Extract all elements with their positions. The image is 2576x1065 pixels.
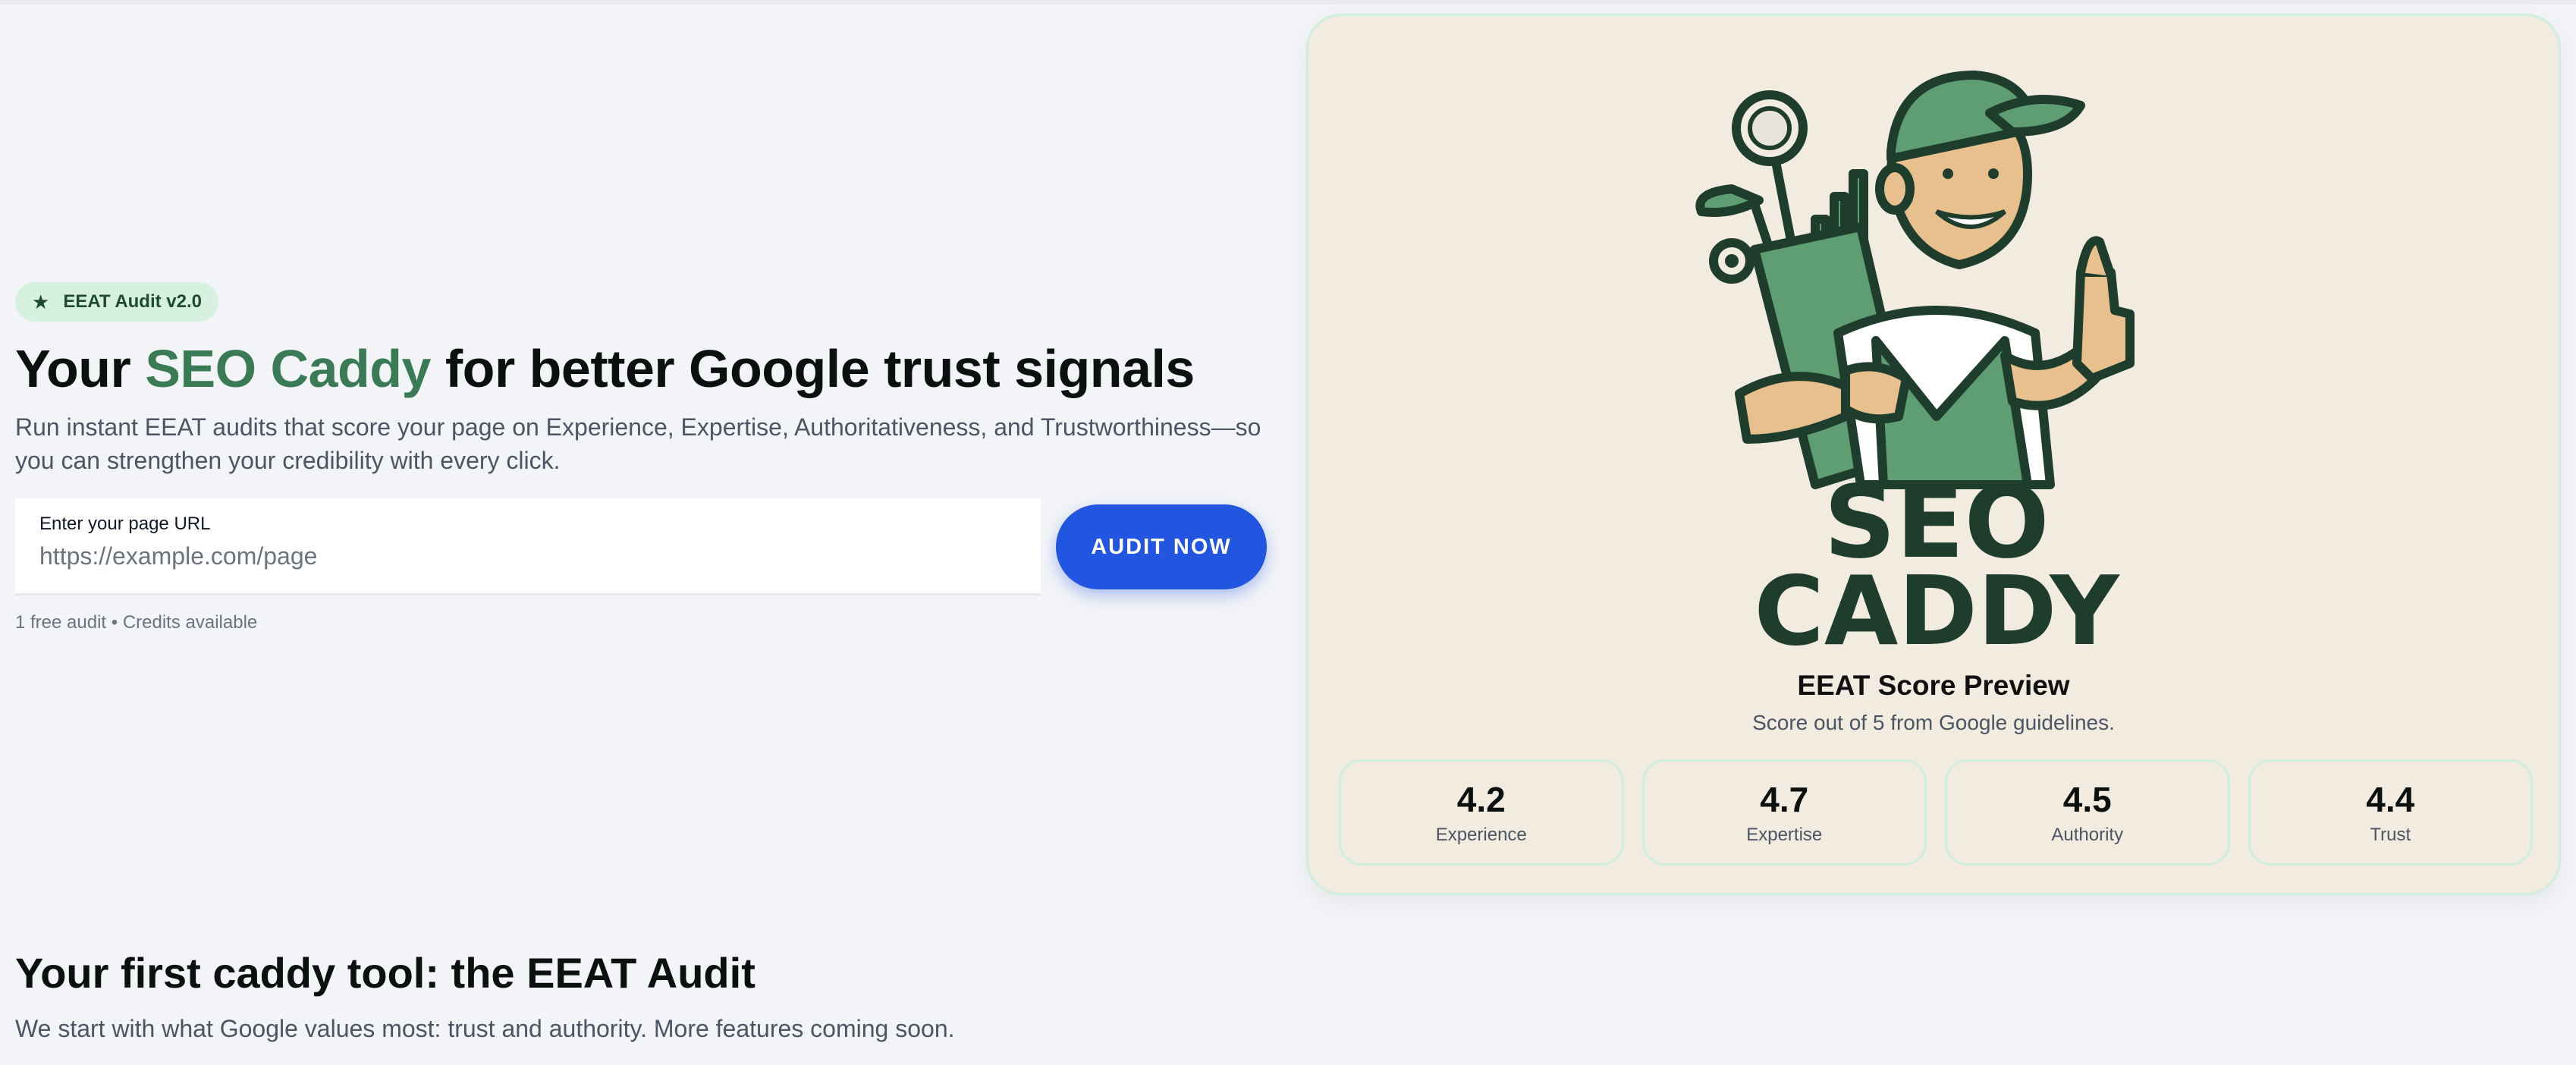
top-border bbox=[0, 0, 2576, 5]
audit-now-button[interactable]: AUDIT NOW bbox=[1056, 504, 1267, 589]
badge-label: EEAT Audit v2.0 bbox=[63, 291, 203, 312]
hero-subtitle: Run instant EEAT audits that score your … bbox=[15, 413, 1261, 474]
logo-text-caddy: CADDY bbox=[1754, 555, 2120, 652]
score-value: 4.5 bbox=[2062, 780, 2112, 819]
hero-title-pre: Your bbox=[15, 339, 146, 398]
score-grid: 4.2 Experience 4.7 Expertise 4.5 Authori… bbox=[1339, 759, 2533, 866]
audit-form: Enter your page URL AUDIT NOW bbox=[15, 498, 1274, 595]
score-value: 4.7 bbox=[1760, 780, 1809, 819]
score-experience: 4.2 Experience bbox=[1339, 759, 1624, 866]
seo-caddy-mascot-logo: SEO CADDY bbox=[1695, 71, 2135, 652]
score-label: Trust bbox=[2370, 825, 2411, 845]
version-badge: ★ EEAT Audit v2.0 bbox=[15, 282, 219, 322]
url-input[interactable] bbox=[39, 542, 1016, 570]
preview-subtitle: Score out of 5 from Google guidelines. bbox=[1752, 711, 2115, 734]
hero-title-accent: SEO Caddy bbox=[145, 339, 431, 398]
credits-note: 1 free audit • Credits available bbox=[15, 612, 258, 633]
score-label: Experience bbox=[1435, 825, 1527, 845]
score-expertise: 4.7 Expertise bbox=[1641, 759, 1927, 866]
preview-title: EEAT Score Preview bbox=[1797, 670, 2070, 701]
section-title: Your first caddy tool: the EEAT Audit bbox=[15, 949, 756, 997]
section-subtitle: We start with what Google values most: t… bbox=[15, 1015, 955, 1042]
score-preview-card: SEO CADDY EEAT Score Preview Score out o… bbox=[1306, 14, 2561, 895]
url-field-label: Enter your page URL bbox=[39, 514, 211, 534]
score-value: 4.2 bbox=[1456, 780, 1506, 819]
url-field[interactable]: Enter your page URL bbox=[15, 498, 1041, 595]
hero-left: ★ EEAT Audit v2.0 Your SEO Caddy for bet… bbox=[15, 282, 1274, 633]
score-authority: 4.5 Authority bbox=[1945, 759, 2230, 866]
score-label: Authority bbox=[2051, 825, 2124, 845]
star-icon: ★ bbox=[32, 291, 50, 313]
hero-title: Your SEO Caddy for better Google trust s… bbox=[15, 340, 1274, 398]
hero-title-post: for better Google trust signals bbox=[430, 339, 1195, 398]
score-label: Expertise bbox=[1746, 825, 1823, 845]
score-trust: 4.4 Trust bbox=[2248, 759, 2533, 866]
score-value: 4.4 bbox=[2366, 780, 2415, 819]
